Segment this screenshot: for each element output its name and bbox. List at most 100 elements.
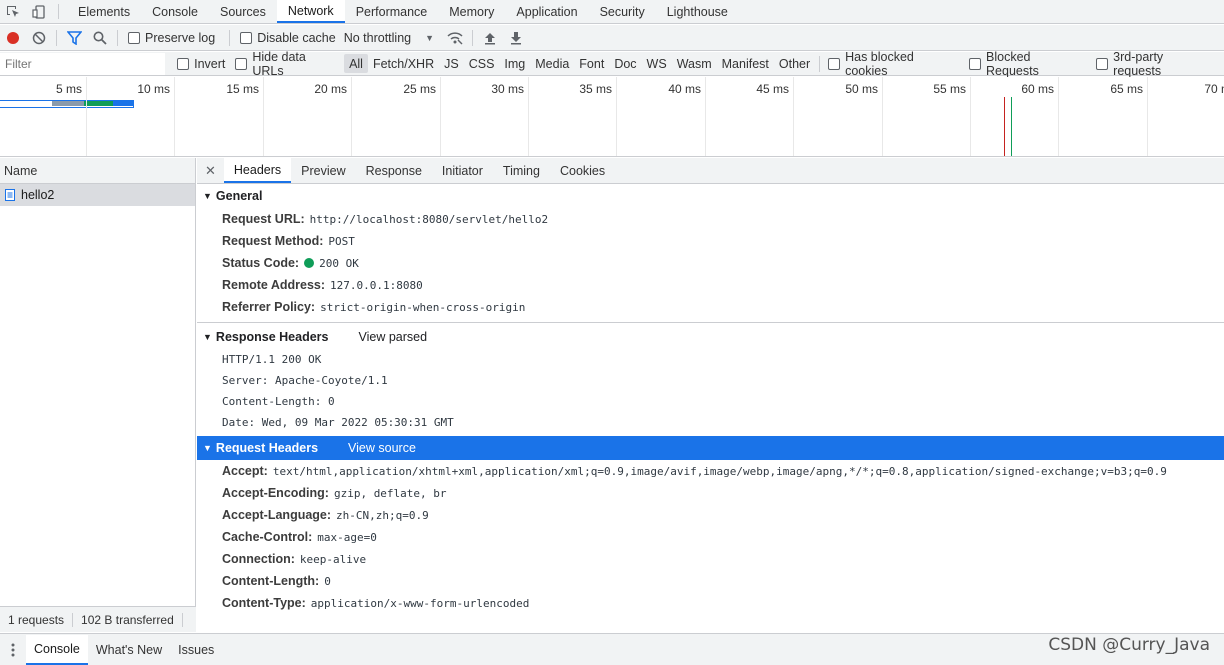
type-filter-img[interactable]: Img [499, 54, 530, 73]
general-row: Referrer Policy: strict-origin-when-cross… [197, 296, 1224, 318]
inspect-element-icon[interactable] [0, 0, 26, 23]
document-icon [5, 189, 15, 201]
disable-cache-checkbox[interactable]: Disable cache [240, 31, 336, 45]
checkbox-box[interactable] [1096, 57, 1109, 70]
invert-checkbox[interactable]: Invert [177, 57, 225, 71]
import-har-icon[interactable] [477, 25, 503, 51]
timeline-tick-label: 40 ms [668, 82, 701, 96]
type-filter-other[interactable]: Other [774, 54, 815, 73]
has-blocked-cookies-checkbox[interactable]: Has blocked cookies [828, 50, 959, 78]
toolbar-divider [472, 29, 474, 46]
network-conditions-icon[interactable] [442, 25, 468, 51]
preserve-log-checkbox[interactable]: Preserve log [128, 31, 215, 45]
tab-performance[interactable]: Performance [345, 0, 439, 23]
tab-elements[interactable]: Elements [67, 0, 141, 23]
type-filter-wasm[interactable]: Wasm [672, 54, 717, 73]
drawer-tab-console[interactable]: Console [26, 634, 88, 665]
timeline-gridline [882, 77, 883, 156]
request-detail-pane: ✕ Headers Preview Response Initiator Timing C… [197, 158, 1224, 632]
export-har-icon[interactable] [503, 25, 529, 51]
drawer-menu-icon[interactable] [0, 643, 26, 657]
timeline-gridline [1058, 77, 1059, 156]
timeline-gridline [174, 77, 175, 156]
expand-triangle-icon: ▼ [203, 443, 212, 453]
timeline-gridline [528, 77, 529, 156]
view-parsed-link[interactable]: View parsed [358, 330, 427, 344]
timeline-tick-label: 60 ms [1021, 82, 1054, 96]
timeline-gridline [1147, 77, 1148, 156]
section-title: Response Headers [215, 330, 329, 344]
detail-tab-initiator[interactable]: Initiator [432, 158, 493, 183]
tab-memory[interactable]: Memory [438, 0, 505, 23]
type-filter-font[interactable]: Font [574, 54, 609, 73]
raw-header-text: Server: Apache-Coyote/1.1 [222, 374, 388, 387]
checkbox-box[interactable] [177, 57, 190, 70]
tab-lighthouse[interactable]: Lighthouse [656, 0, 739, 23]
record-icon[interactable] [0, 25, 26, 51]
tab-application[interactable]: Application [505, 0, 588, 23]
type-filter-all[interactable]: All [344, 54, 368, 73]
tab-security[interactable]: Security [589, 0, 656, 23]
header-value: http://localhost:8080/servlet/hello2 [309, 212, 549, 226]
request-header-row: Connection: keep-alive [197, 548, 1224, 570]
type-filter-media[interactable]: Media [530, 54, 574, 73]
header-value: 127.0.0.1:8080 [330, 278, 423, 292]
hide-data-urls-checkbox[interactable]: Hide data URLs [235, 50, 340, 78]
filter-input[interactable] [0, 52, 166, 75]
hide-data-urls-label: Hide data URLs [252, 49, 306, 78]
request-row[interactable]: hello2 [0, 184, 195, 206]
general-row: Status Code: 200 OK [197, 252, 1224, 274]
blocked-requests-checkbox[interactable]: Blocked Requests [969, 50, 1086, 78]
tab-bar-divider [58, 4, 59, 19]
type-filter-doc[interactable]: Doc [609, 54, 641, 73]
tab-network[interactable]: Network [276, 0, 345, 23]
drawer-tab-what-s-new[interactable]: What's New [88, 635, 170, 665]
invert-label: Invert [194, 56, 226, 71]
timeline-tick-label: 25 ms [403, 82, 436, 96]
detail-tab-preview[interactable]: Preview [291, 158, 355, 183]
tab-sources[interactable]: Sources [209, 0, 277, 23]
search-icon[interactable] [87, 25, 113, 51]
header-name: Content-Length: [222, 574, 320, 588]
request-list-pane: Name hello2 1 requests 102 B transferred [0, 158, 196, 632]
header-value: keep-alive [299, 552, 367, 566]
type-filter-js[interactable]: JS [439, 54, 464, 73]
drawer-tab-issues[interactable]: Issues [170, 635, 222, 665]
name-header-label: Name [4, 163, 38, 178]
clear-icon[interactable] [26, 25, 52, 51]
section-title: General [215, 189, 263, 203]
timeline-tick-label: 5 ms [55, 82, 82, 96]
checkbox-box[interactable] [828, 57, 841, 70]
tab-console[interactable]: Console [141, 0, 209, 23]
resource-type-filters: All Fetch/XHR JS CSS Img Media Font Doc WS Wasm Ma… [344, 54, 815, 73]
response-headers-header[interactable]: ▼ Response Headers View parsed [197, 325, 1224, 349]
overview-bar-blue [113, 101, 133, 106]
checkbox-box[interactable] [235, 57, 248, 70]
checkbox-box[interactable] [240, 31, 253, 44]
type-filter-css[interactable]: CSS [464, 54, 500, 73]
detail-tab-timing[interactable]: Timing [493, 158, 550, 183]
name-column-header[interactable]: Name [0, 158, 195, 184]
network-overview-timeline[interactable]: 5 ms 10 ms 15 ms 20 ms 25 ms 30 ms 35 ms 40 ms 4… [0, 77, 1224, 157]
detail-tab-cookies[interactable]: Cookies [550, 158, 615, 183]
type-filter-fetch-xhr[interactable]: Fetch/XHR [368, 54, 439, 73]
filter-icon[interactable] [61, 25, 87, 51]
detail-tab-headers[interactable]: Headers [223, 158, 292, 183]
timeline-gridline [705, 77, 706, 156]
close-detail-icon[interactable]: ✕ [197, 158, 224, 183]
watermark-text: CSDN @Curry_Java [1048, 635, 1210, 655]
third-party-checkbox[interactable]: 3rd-party requests [1096, 50, 1214, 78]
header-name: Accept-Language: [222, 508, 332, 522]
request-headers-header[interactable]: ▼ Request Headers View source [197, 436, 1224, 460]
throttling-select[interactable]: No throttling ▼ [344, 31, 434, 45]
filter-bar: Invert Hide data URLs AllFetch/XHRJSCSSI… [0, 50, 1224, 78]
view-source-link[interactable]: View source [348, 441, 416, 455]
checkbox-box[interactable] [969, 57, 982, 70]
type-filter-ws[interactable]: WS [642, 54, 672, 73]
general-section-header[interactable]: ▼ General [197, 184, 1224, 208]
checkbox-box[interactable] [128, 31, 140, 44]
timeline-tick-label: 10 ms [137, 82, 170, 96]
device-toolbar-icon[interactable] [26, 0, 52, 23]
type-filter-manifest[interactable]: Manifest [717, 54, 774, 73]
detail-tab-response[interactable]: Response [356, 158, 432, 183]
